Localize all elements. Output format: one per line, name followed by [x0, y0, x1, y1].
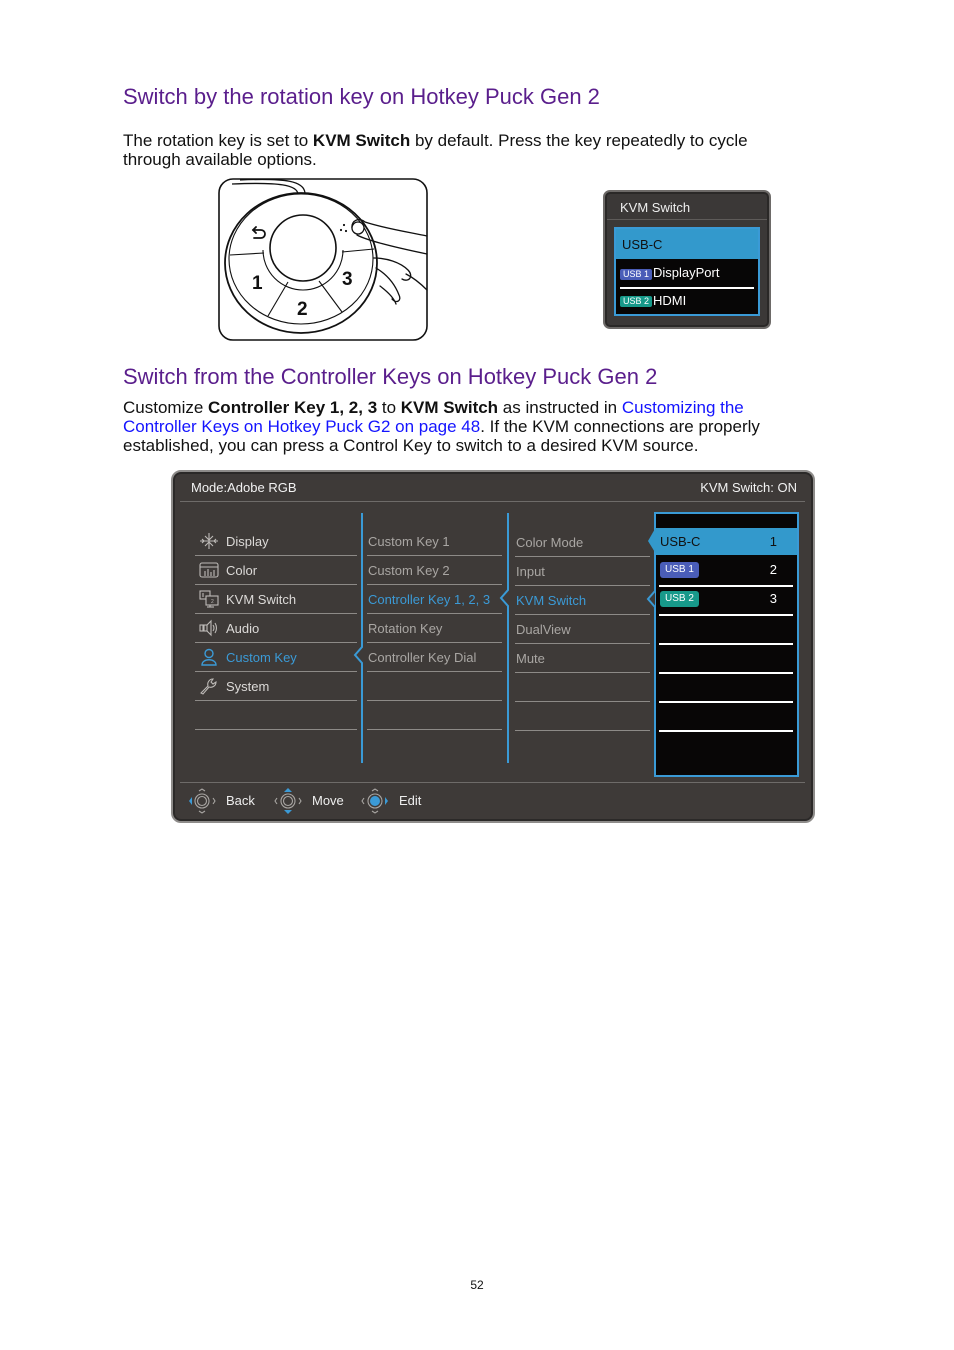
bold-text-kvm-switch: KVM Switch	[400, 398, 499, 417]
controller-keys-paragraph: Customize Controller Key 1, 2, 3 to KVM …	[123, 398, 760, 455]
key-label-1: 1	[252, 273, 263, 294]
joystick-press-icon	[361, 788, 388, 814]
popup-item-hdmi: USB 2 HDMI	[616, 288, 758, 317]
osd-footer-divider	[180, 782, 805, 783]
popup-item-displayport: USB 1 DisplayPort	[616, 259, 758, 288]
footer-label: Move	[312, 793, 344, 808]
options-notch-kvm-switch	[646, 590, 656, 608]
joystick-left-icon	[189, 788, 216, 814]
popup-item-usb-c: USB-C	[616, 229, 758, 259]
osd-column-dividers	[353, 513, 656, 763]
section-heading-controller-keys: Switch from the Controller Keys on Hotke…	[123, 364, 658, 389]
hotkey-puck-illustration: 1 2 3	[218, 178, 428, 341]
popup-title-divider	[607, 219, 767, 220]
link-text[interactable]: Customizing the	[622, 398, 744, 417]
text: . If the KVM connections are properly	[480, 417, 760, 436]
text: established, you can press a Control Key…	[123, 436, 699, 455]
text: The rotation key is set to	[123, 131, 313, 150]
text: to	[377, 398, 401, 417]
kvm-switch-popup: KVM Switch USB-C USB 1 DisplayPort USB 2…	[603, 190, 771, 329]
text: as instructed in	[498, 398, 622, 417]
rotation-key-paragraph: The rotation key is set to KVM Switch by…	[123, 131, 748, 169]
key-label-2: 2	[297, 299, 308, 320]
popup-title: KVM Switch	[620, 200, 691, 215]
text: by default. Press the key repeatedly to …	[410, 131, 748, 150]
page-number: 52	[470, 1278, 484, 1292]
osd-menu-screenshot: Mode:Adobe RGB KVM Switch: ON Display Co…	[171, 470, 815, 823]
divider-notch-custom-key	[353, 513, 363, 763]
footer-label: Edit	[399, 793, 422, 808]
popup-source-list: USB-C USB 1 DisplayPort USB 2 HDMI	[614, 227, 760, 316]
key-label-3: 3	[342, 269, 353, 290]
joystick-up-down-icon	[274, 788, 302, 814]
divider-notch-controller-key	[499, 513, 509, 763]
popup-item-label: HDMI	[653, 293, 687, 308]
link-text[interactable]: Controller Keys on Hotkey Puck G2 on pag…	[123, 417, 480, 436]
manual-page: Switch by the rotation key on Hotkey Puc…	[0, 0, 954, 1350]
options-notch-selected	[648, 527, 656, 554]
usb1-badge: USB 1	[620, 269, 653, 280]
dial-knob	[269, 214, 337, 282]
usb2-badge: USB 2	[620, 296, 653, 307]
popup-item-label: DisplayPort	[653, 265, 720, 280]
bold-text-kvm-switch: KVM Switch	[312, 131, 411, 150]
popup-item-label: USB-C	[622, 237, 663, 252]
bold-text-controller-key: Controller Key 1, 2, 3	[208, 398, 378, 417]
section-heading-rotation-key: Switch by the rotation key on Hotkey Puc…	[123, 84, 600, 109]
footer-label: Back	[226, 793, 255, 808]
text: through available options.	[123, 150, 317, 169]
text: Customize	[123, 398, 209, 417]
